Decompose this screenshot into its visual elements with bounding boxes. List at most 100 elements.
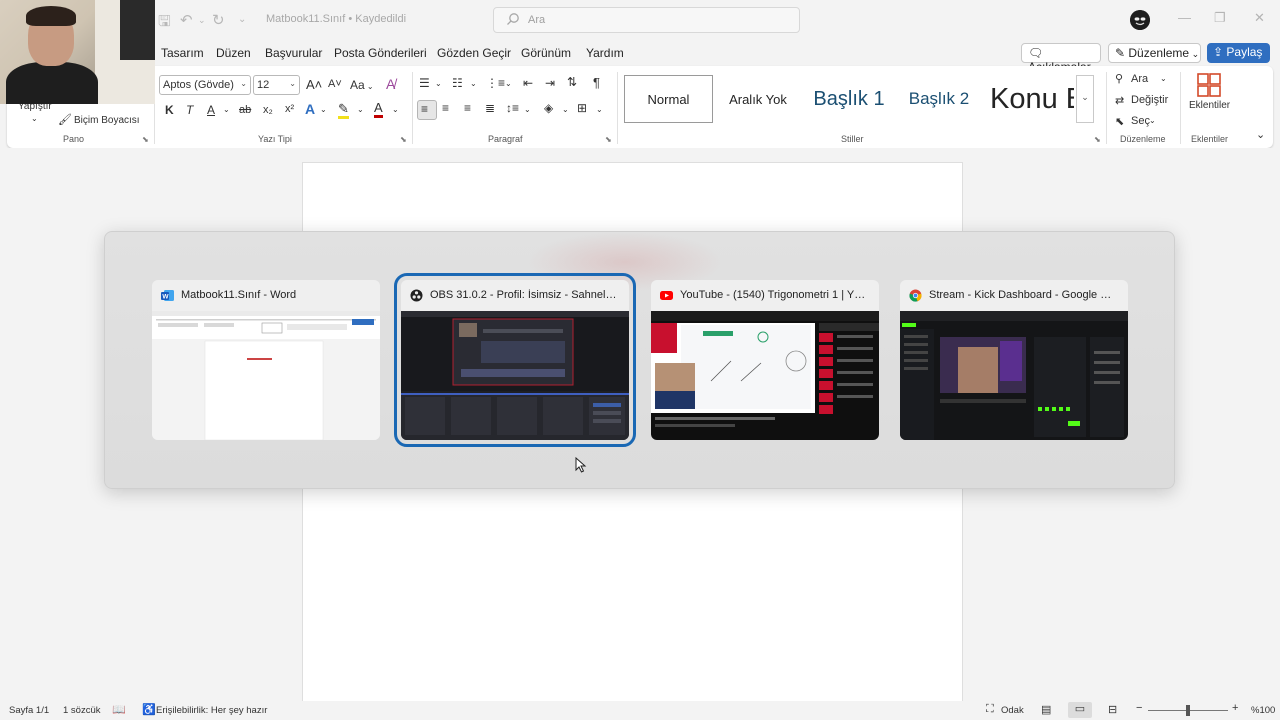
style-heading-1[interactable]: Başlık 1 xyxy=(804,75,894,123)
addins-button[interactable]: Eklentiler xyxy=(1189,100,1230,111)
underline-dropdown-icon[interactable]: ⌄ xyxy=(223,105,230,114)
font-size-select[interactable]: 12 ⌄ xyxy=(253,75,300,95)
shrink-font-icon[interactable]: A˅ xyxy=(328,78,342,90)
avatar[interactable] xyxy=(1130,10,1150,30)
font-color-dropdown-icon[interactable]: ⌄ xyxy=(392,105,399,114)
borders-dropdown-icon[interactable]: ⌄ xyxy=(596,105,603,114)
select-button[interactable]: Seç xyxy=(1131,115,1150,127)
borders-icon[interactable]: ⊞ xyxy=(577,101,587,115)
paragraph-launcher-icon[interactable]: ⬊ xyxy=(605,135,612,144)
comments-button[interactable]: 🗨 Açıklamalar xyxy=(1021,43,1101,74)
align-center-icon[interactable]: ≡ xyxy=(442,101,449,115)
numbering-dropdown-icon[interactable]: ⌄ xyxy=(470,79,477,88)
style-heading-2[interactable]: Başlık 2 xyxy=(896,75,982,123)
select-icon[interactable]: ⬉ xyxy=(1115,115,1124,128)
focus-icon[interactable]: ⛶ xyxy=(986,703,994,716)
increase-indent-icon[interactable]: ⇥ xyxy=(545,76,555,90)
addins-icon[interactable] xyxy=(1197,73,1221,97)
maximize-icon[interactable]: ❐ xyxy=(1214,10,1226,26)
document-title[interactable]: Matbook11.Sınıf • Kaydedildi xyxy=(266,13,406,25)
replace-button[interactable]: Değiştir xyxy=(1131,94,1168,106)
switcher-card-word[interactable]: W Matbook11.Sınıf - Word xyxy=(152,280,380,440)
tab-review[interactable]: Gözden Geçir xyxy=(437,46,511,60)
tab-help[interactable]: Yardım xyxy=(586,46,624,60)
grow-font-icon[interactable]: A˄ xyxy=(306,77,322,92)
justify-icon[interactable]: ≣ xyxy=(485,101,495,115)
switcher-card-chrome[interactable]: Stream - Kick Dashboard - Google Chrome xyxy=(900,280,1128,440)
styles-more-icon[interactable]: ⌄ xyxy=(1076,75,1094,123)
subscript-button[interactable]: x₂ xyxy=(263,104,273,116)
find-dropdown-icon[interactable]: ⌄ xyxy=(1160,74,1167,83)
customize-qat-icon[interactable]: ⌄ xyxy=(238,14,246,25)
web-layout-icon[interactable]: ⊟ xyxy=(1108,703,1117,716)
superscript-button[interactable]: x² xyxy=(285,103,294,115)
switcher-card-youtube[interactable]: YouTube - (1540) Trigonometri 1 | Yönlü … xyxy=(651,280,879,440)
search-box[interactable]: Ara xyxy=(493,7,800,33)
select-dropdown-icon[interactable]: ⌄ xyxy=(1149,116,1156,125)
italic-button[interactable]: T xyxy=(186,103,193,117)
bullets-icon[interactable]: ☰ xyxy=(419,76,430,90)
tab-layout[interactable]: Düzen xyxy=(216,46,251,60)
share-button[interactable]: ⇪ Paylaş ⌄ xyxy=(1207,43,1270,72)
find-icon[interactable]: ⚲ xyxy=(1115,72,1123,85)
text-effects-dropdown-icon[interactable]: ⌄ xyxy=(320,105,327,114)
paste-dropdown-icon[interactable]: ⌄ xyxy=(31,114,38,123)
decrease-indent-icon[interactable]: ⇤ xyxy=(523,76,533,90)
highlight-dropdown-icon[interactable]: ⌄ xyxy=(357,105,364,114)
style-title[interactable]: Konu Başlığı xyxy=(984,75,1074,123)
focus-button[interactable]: Odak xyxy=(1001,705,1024,716)
tab-design[interactable]: Tasarım xyxy=(161,46,204,60)
undo-icon[interactable]: ↶ xyxy=(180,11,193,29)
font-launcher-icon[interactable]: ⬊ xyxy=(400,135,407,144)
zoom-level[interactable]: %100 xyxy=(1251,705,1275,716)
multilevel-list-icon[interactable]: ⋮≡ xyxy=(486,76,505,90)
strikethrough-button[interactable]: ab xyxy=(239,104,251,116)
clipboard-launcher-icon[interactable]: ⬊ xyxy=(142,135,149,144)
font-color-icon[interactable]: A xyxy=(374,101,383,118)
accessibility-icon[interactable]: ♿ xyxy=(142,703,156,716)
undo-dropdown-icon[interactable]: ⌄ xyxy=(198,15,206,26)
multilevel-dropdown-icon[interactable]: ⌄ xyxy=(505,79,512,88)
print-layout-icon[interactable]: ▭ xyxy=(1068,702,1092,718)
accessibility-status[interactable]: Erişilebilirlik: Her şey hazır xyxy=(156,705,267,716)
zoom-out-icon[interactable]: − xyxy=(1136,702,1142,714)
numbering-icon[interactable]: ☷ xyxy=(452,76,463,90)
read-mode-icon[interactable]: ▤ xyxy=(1041,703,1051,716)
tab-references[interactable]: Başvurular xyxy=(265,46,322,60)
align-right-icon[interactable]: ≡ xyxy=(464,101,471,115)
highlight-icon[interactable]: ✎ xyxy=(338,102,349,119)
styles-launcher-icon[interactable]: ⬊ xyxy=(1094,135,1101,144)
clear-formatting-icon[interactable]: A̸ xyxy=(386,76,395,92)
bullets-dropdown-icon[interactable]: ⌄ xyxy=(435,79,442,88)
zoom-slider-thumb[interactable] xyxy=(1186,705,1190,716)
format-painter-button[interactable]: Biçim Boyacısı xyxy=(74,115,140,126)
replace-icon[interactable]: ⇄ xyxy=(1115,94,1124,107)
minimize-icon[interactable]: — xyxy=(1178,10,1191,25)
collapse-ribbon-icon[interactable]: ⌄ xyxy=(1256,128,1265,141)
proofing-icon[interactable]: 📖 xyxy=(112,703,126,716)
line-spacing-dropdown-icon[interactable]: ⌄ xyxy=(524,105,531,114)
format-painter-icon[interactable]: 🖌 xyxy=(58,113,72,126)
underline-button[interactable]: A xyxy=(207,103,215,117)
show-marks-icon[interactable]: ¶ xyxy=(593,75,600,90)
line-spacing-icon[interactable]: ↕≡ xyxy=(506,101,519,115)
close-icon[interactable]: ✕ xyxy=(1254,10,1265,26)
tab-mailings[interactable]: Posta Gönderileri xyxy=(334,46,427,60)
bold-button[interactable]: K xyxy=(165,103,174,117)
align-left-icon[interactable]: ≡ xyxy=(417,100,437,120)
save-icon[interactable]: 🖫 xyxy=(158,11,171,36)
sort-icon[interactable]: ⇅ xyxy=(567,75,577,89)
word-count[interactable]: 1 sözcük xyxy=(63,705,101,716)
page-count[interactable]: Sayfa 1/1 xyxy=(9,705,49,716)
style-normal[interactable]: Normal xyxy=(624,75,713,123)
editing-mode-button[interactable]: ✎ Düzenleme ⌄ xyxy=(1108,43,1201,63)
text-effects-icon[interactable]: A xyxy=(305,101,315,117)
shading-icon[interactable]: ◈ xyxy=(544,101,553,115)
redo-icon[interactable]: ↻ xyxy=(212,11,225,29)
font-name-select[interactable]: Aptos (Gövde) ⌄ xyxy=(159,75,251,95)
find-button[interactable]: Ara xyxy=(1131,73,1148,85)
shading-dropdown-icon[interactable]: ⌄ xyxy=(562,105,569,114)
switcher-card-obs[interactable]: OBS 31.0.2 - Profil: İsimsiz - Sahneler:… xyxy=(394,273,636,447)
zoom-in-icon[interactable]: + xyxy=(1232,702,1238,714)
change-case-button[interactable]: Aa ⌄ xyxy=(350,78,374,92)
